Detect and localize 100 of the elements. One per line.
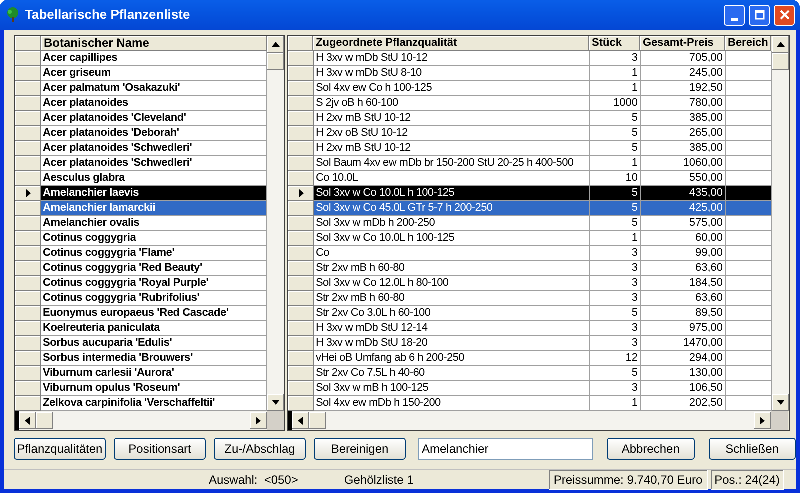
plant-name-cell[interactable]: Amelanchier ovalis — [41, 216, 267, 231]
close-button[interactable] — [774, 4, 795, 26]
quality-cell[interactable]: vHei oB Umfang ab 6 h 200-250 — [314, 351, 590, 366]
plant-name-cell[interactable]: Euonymus europaeus 'Red Cascade' — [41, 306, 267, 321]
count-cell[interactable]: 5 — [590, 306, 641, 321]
quality-cell[interactable]: H 2xv mB StU 10-12 — [314, 111, 590, 126]
toolbar-button[interactable]: Positionsart — [114, 438, 206, 460]
count-cell[interactable]: 5 — [590, 141, 641, 156]
price-cell[interactable]: 1060,00 — [641, 156, 726, 171]
quality-cell[interactable]: H 3xv w mDb StU 12-14 — [314, 321, 590, 336]
quality-cell[interactable]: H 3xv w mDb StU 10-12 — [314, 51, 590, 66]
price-cell[interactable]: 202,50 — [641, 396, 726, 411]
plant-name-cell[interactable]: Acer griseum — [41, 66, 267, 81]
scroll-thumb[interactable] — [309, 412, 326, 429]
count-cell[interactable]: 5 — [590, 366, 641, 381]
toolbar-button[interactable]: Pflanzqualitäten — [14, 438, 106, 460]
column-header[interactable]: Bereich — [725, 36, 771, 51]
column-header[interactable]: Gesamt-Preis — [640, 36, 725, 51]
row-indicator[interactable] — [288, 186, 314, 201]
count-cell[interactable]: 3 — [590, 336, 641, 351]
plant-name-cell[interactable]: Acer platanoides 'Schwedleri' — [41, 141, 267, 156]
price-cell[interactable]: 89,50 — [641, 306, 726, 321]
price-cell[interactable]: 435,00 — [641, 186, 726, 201]
vertical-scrollbar[interactable] — [772, 36, 789, 411]
plant-name-cell[interactable]: Acer platanoides 'Deborah' — [41, 126, 267, 141]
scroll-down-button[interactable] — [267, 394, 284, 411]
quality-cell[interactable]: S 2jv oB h 60-100 — [314, 96, 590, 111]
quality-cell[interactable]: Str 2xv mB h 60-80 — [314, 291, 590, 306]
quality-cell[interactable]: Sol Baum 4xv ew mDb br 150-200 StU 20-25 h 400-500 — [314, 156, 590, 171]
count-cell[interactable]: 5 — [590, 126, 641, 141]
vertical-scrollbar[interactable] — [267, 36, 284, 411]
scroll-thumb[interactable] — [36, 412, 53, 429]
column-header[interactable]: Stück — [589, 36, 640, 51]
plant-name-cell[interactable]: Cotinus coggygria 'Flame' — [41, 246, 267, 261]
count-cell[interactable]: 5 — [590, 186, 641, 201]
price-cell[interactable]: 294,00 — [641, 351, 726, 366]
price-cell[interactable]: 106,50 — [641, 381, 726, 396]
quality-cell[interactable]: Str 2xv Co 7.5L h 40-60 — [314, 366, 590, 381]
price-cell[interactable]: 385,00 — [641, 111, 726, 126]
count-cell[interactable]: 3 — [590, 321, 641, 336]
count-cell[interactable]: 1 — [590, 156, 641, 171]
price-cell[interactable]: 184,50 — [641, 276, 726, 291]
plant-name-cell[interactable]: Cotinus coggygria 'Rubrifolius' — [41, 291, 267, 306]
dialog-button[interactable]: Abbrechen — [607, 438, 695, 460]
count-cell[interactable]: 5 — [590, 111, 641, 126]
plant-name-cell[interactable]: Koelreuteria paniculata — [41, 321, 267, 336]
plant-name-cell[interactable]: Cotinus coggygria — [41, 231, 267, 246]
price-cell[interactable]: 63,60 — [641, 261, 726, 276]
quality-cell[interactable]: Sol 3xv w Co 10.0L h 100-125 — [314, 231, 590, 246]
price-cell[interactable]: 425,00 — [641, 201, 726, 216]
toolbar-button[interactable]: Zu-/Abschlag — [214, 438, 306, 460]
count-cell[interactable]: 12 — [590, 351, 641, 366]
count-cell[interactable]: 3 — [590, 261, 641, 276]
scroll-left-button[interactable] — [292, 412, 309, 429]
quality-cell[interactable]: Sol 3xv w Co 10.0L h 100-125 — [314, 186, 590, 201]
scroll-right-button[interactable] — [754, 412, 771, 429]
toolbar-button[interactable]: Bereinigen — [314, 438, 406, 460]
price-cell[interactable]: 575,00 — [641, 216, 726, 231]
price-cell[interactable]: 63,60 — [641, 291, 726, 306]
quality-cell[interactable]: Sol 4xv ew mDb h 150-200 — [314, 396, 590, 411]
scroll-down-button[interactable] — [772, 394, 789, 411]
price-cell[interactable]: 975,00 — [641, 321, 726, 336]
scroll-thumb[interactable] — [772, 53, 789, 70]
quality-cell[interactable]: H 2xv oB StU 10-12 — [314, 126, 590, 141]
count-cell[interactable]: 1 — [590, 231, 641, 246]
plant-name-cell[interactable]: Viburnum opulus 'Roseum' — [41, 381, 267, 396]
price-cell[interactable]: 192,50 — [641, 81, 726, 96]
plant-name-cell[interactable]: Cotinus coggygria 'Royal Purple' — [41, 276, 267, 291]
price-cell[interactable]: 705,00 — [641, 51, 726, 66]
column-header[interactable]: Zugeordnete Pflanzqualität — [313, 36, 589, 51]
quality-cell[interactable]: Sol 4xv ew Co h 100-125 — [314, 81, 590, 96]
minimize-button[interactable] — [724, 4, 745, 26]
plant-name-cell[interactable]: Amelanchier lamarckii — [41, 201, 267, 216]
horizontal-scrollbar[interactable] — [288, 411, 788, 430]
maximize-button[interactable] — [749, 4, 770, 26]
price-cell[interactable]: 245,00 — [641, 66, 726, 81]
plant-name-cell[interactable]: Viburnum carlesii 'Aurora' — [41, 366, 267, 381]
price-cell[interactable]: 60,00 — [641, 231, 726, 246]
price-cell[interactable]: 265,00 — [641, 126, 726, 141]
plant-name-cell[interactable]: Cotinus coggygria 'Red Beauty' — [41, 261, 267, 276]
quality-cell[interactable]: Sol 3xv w mDb h 200-250 — [314, 216, 590, 231]
scroll-thumb[interactable] — [267, 53, 284, 70]
count-cell[interactable]: 1000 — [590, 96, 641, 111]
count-cell[interactable]: 3 — [590, 276, 641, 291]
quality-cell[interactable]: Str 2xv mB h 60-80 — [314, 261, 590, 276]
quality-cell[interactable]: Sol 3xv w Co 12.0L h 80-100 — [314, 276, 590, 291]
quality-cell[interactable]: H 3xv w mDb StU 8-10 — [314, 66, 590, 81]
count-cell[interactable]: 5 — [590, 216, 641, 231]
count-cell[interactable]: 3 — [590, 51, 641, 66]
plant-name-cell[interactable]: Acer palmatum 'Osakazuki' — [41, 81, 267, 96]
plant-name-cell[interactable]: Amelanchier laevis — [41, 186, 267, 201]
count-cell[interactable]: 3 — [590, 291, 641, 306]
count-cell[interactable]: 1 — [590, 396, 641, 411]
plant-name-cell[interactable]: Acer capillipes — [41, 51, 267, 66]
quality-cell[interactable]: H 3xv w mDb StU 18-20 — [314, 336, 590, 351]
price-cell[interactable]: 385,00 — [641, 141, 726, 156]
quality-cell[interactable]: Co — [314, 246, 590, 261]
price-cell[interactable]: 780,00 — [641, 96, 726, 111]
price-cell[interactable]: 130,00 — [641, 366, 726, 381]
quality-cell[interactable]: Co 10.0L — [314, 171, 590, 186]
